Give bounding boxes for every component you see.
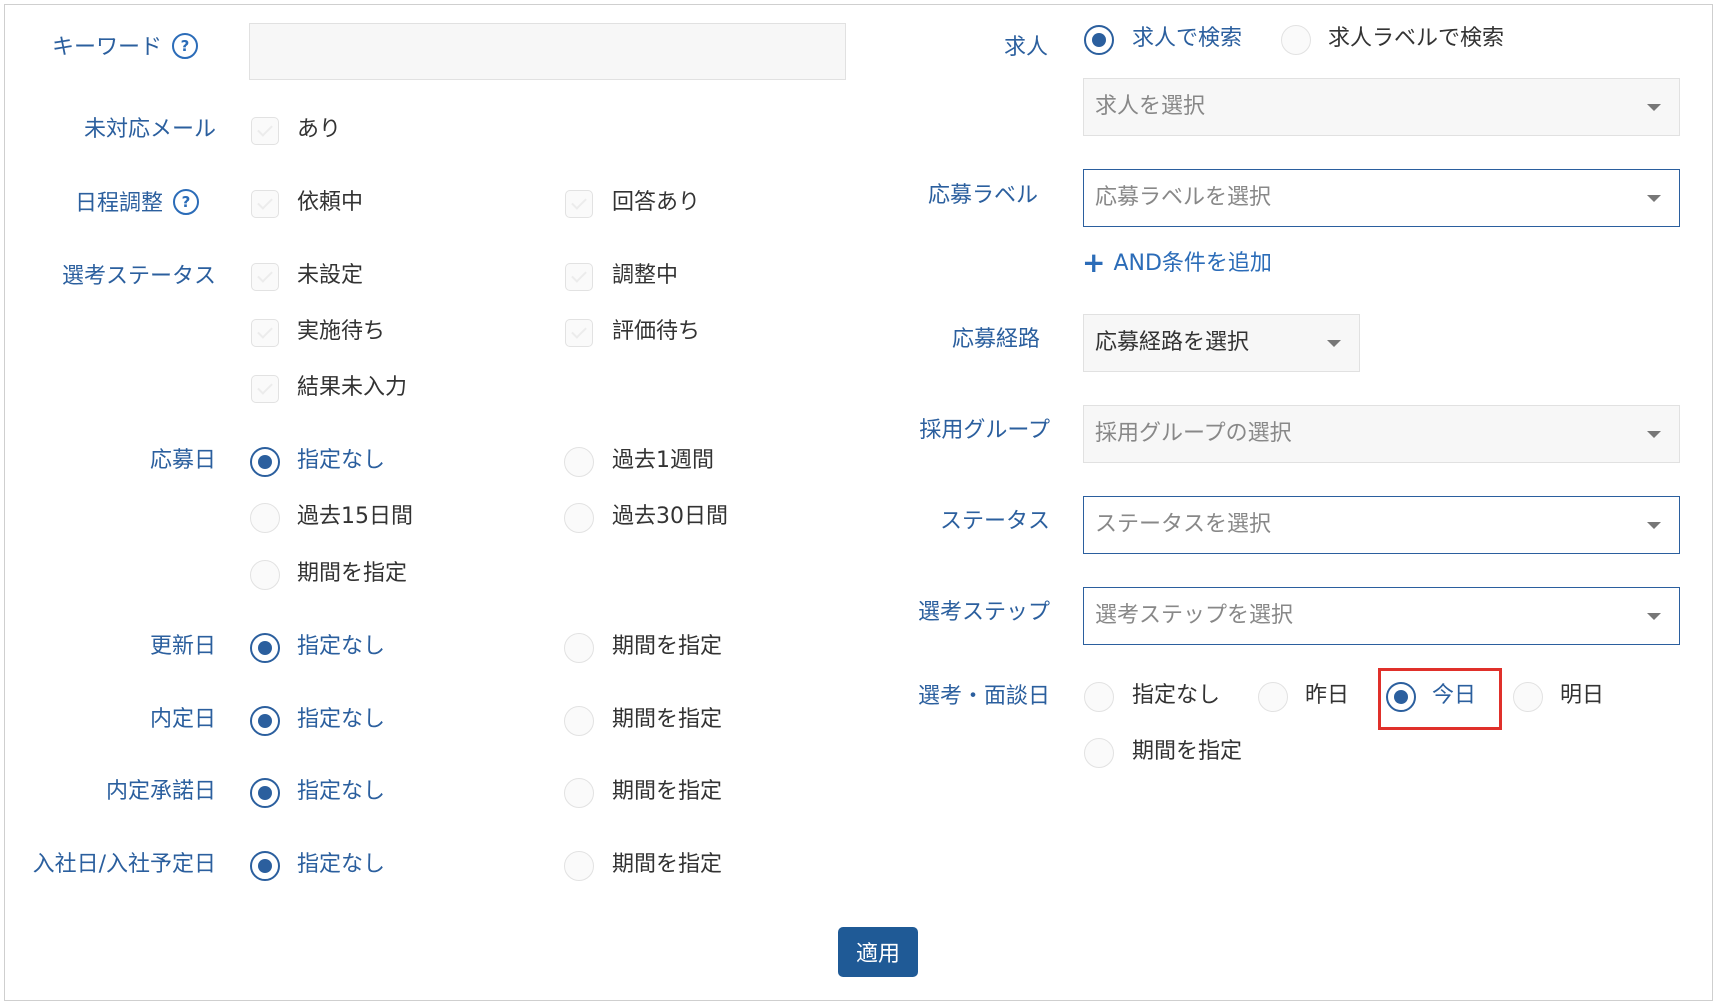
apply-date-15days-option: 過去15日間	[297, 504, 413, 529]
apply-route-select-placeholder: 応募経路を選択	[1095, 330, 1250, 355]
apply-route-label: 応募経路	[951, 327, 1040, 352]
add-and-condition-link[interactable]: + AND条件を追加	[1082, 246, 1272, 279]
join-date-label: 入社日/入社予定日	[32, 852, 216, 877]
keyword-input[interactable]	[249, 23, 846, 80]
apply-button[interactable]: 適用	[838, 927, 918, 977]
job-select[interactable]: 求人を選択	[1083, 78, 1680, 136]
caret-down-icon	[1647, 431, 1661, 438]
caret-down-icon	[1647, 195, 1661, 202]
offer-date-none-option: 指定なし	[297, 707, 386, 732]
interview-date-tomorrow-radio[interactable]	[1513, 682, 1543, 712]
apply-route-select[interactable]: 応募経路を選択	[1083, 314, 1360, 372]
apply-date-15days-radio[interactable]	[250, 503, 280, 533]
schedule-answered-checkbox[interactable]	[565, 190, 593, 218]
job-label-search-radio[interactable]	[1281, 25, 1311, 55]
schedule-requesting-option: 依頼中	[297, 190, 364, 215]
selection-status-label: 選考ステータス	[61, 264, 216, 289]
apply-label-select[interactable]: 応募ラベルを選択	[1083, 169, 1680, 227]
apply-date-30days-option: 過去30日間	[612, 504, 728, 529]
keyword-label: キーワード?	[52, 33, 199, 63]
caret-down-icon	[1647, 613, 1661, 620]
status-unset-option: 未設定	[297, 263, 364, 288]
join-date-none-radio[interactable]	[250, 851, 280, 881]
offer-accept-date-range-option: 期間を指定	[612, 779, 723, 804]
caret-down-icon	[1647, 104, 1661, 111]
apply-date-none-radio[interactable]	[250, 447, 280, 477]
status-unset-checkbox[interactable]	[251, 263, 279, 291]
plus-icon: +	[1082, 246, 1106, 279]
interview-date-range-radio[interactable]	[1084, 738, 1114, 768]
offer-accept-date-none-option: 指定なし	[297, 779, 386, 804]
offer-date-none-radio[interactable]	[250, 706, 280, 736]
apply-date-label: 応募日	[149, 448, 216, 473]
schedule-requesting-checkbox[interactable]	[251, 190, 279, 218]
update-date-label: 更新日	[149, 634, 216, 659]
job-search-radio[interactable]	[1084, 25, 1114, 55]
hiring-group-select-placeholder: 採用グループの選択	[1095, 421, 1292, 446]
unread-mail-checkbox[interactable]	[251, 117, 279, 145]
status-awaiting-eval-checkbox[interactable]	[565, 319, 593, 347]
apply-label-select-placeholder: 応募ラベルを選択	[1095, 185, 1272, 210]
offer-date-range-option: 期間を指定	[612, 707, 723, 732]
status-adjusting-option: 調整中	[612, 263, 679, 288]
apply-date-range-option: 期間を指定	[297, 561, 408, 586]
status-select-placeholder: ステータスを選択	[1095, 512, 1272, 537]
offer-accept-date-range-radio[interactable]	[564, 778, 594, 808]
status-pending-checkbox[interactable]	[251, 319, 279, 347]
status-select[interactable]: ステータスを選択	[1083, 496, 1680, 554]
help-icon[interactable]: ?	[172, 33, 199, 59]
apply-date-1week-radio[interactable]	[564, 447, 594, 477]
interview-date-yesterday-option: 昨日	[1305, 683, 1350, 708]
join-date-range-radio[interactable]	[564, 851, 594, 881]
interview-date-none-radio[interactable]	[1084, 682, 1114, 712]
update-date-range-option: 期間を指定	[612, 634, 723, 659]
join-date-none-option: 指定なし	[297, 852, 386, 877]
add-and-condition-label: AND条件を追加	[1113, 251, 1272, 276]
apply-date-1week-option: 過去1週間	[612, 448, 714, 473]
interview-date-none-option: 指定なし	[1132, 683, 1221, 708]
interview-date-tomorrow-option: 明日	[1560, 683, 1605, 708]
status-awaiting-eval-option: 評価待ち	[612, 319, 701, 344]
status-adjusting-checkbox[interactable]	[565, 263, 593, 291]
update-date-none-option: 指定なし	[297, 634, 386, 659]
selection-step-select-placeholder: 選考ステップを選択	[1095, 603, 1294, 628]
schedule-answered-option: 回答あり	[612, 190, 701, 215]
unread-mail-option: あり	[297, 117, 342, 142]
apply-date-30days-radio[interactable]	[564, 503, 594, 533]
offer-date-range-radio[interactable]	[564, 706, 594, 736]
schedule-label: 日程調整?	[75, 189, 200, 219]
job-label: 求人	[1003, 35, 1048, 60]
job-label-search-option: 求人ラベルで検索	[1328, 26, 1505, 51]
help-icon[interactable]: ?	[173, 189, 200, 215]
join-date-range-option: 期間を指定	[612, 852, 723, 877]
offer-accept-date-none-radio[interactable]	[250, 778, 280, 808]
offer-accept-date-label: 内定承諾日	[105, 779, 216, 804]
interview-date-range-option: 期間を指定	[1132, 739, 1243, 764]
caret-down-icon	[1647, 522, 1661, 529]
status-label: ステータス	[939, 509, 1050, 534]
hiring-group-label: 採用グループ	[919, 418, 1050, 443]
status-no-result-option: 結果未入力	[297, 375, 408, 400]
update-date-none-radio[interactable]	[250, 633, 280, 663]
status-pending-option: 実施待ち	[297, 319, 386, 344]
interview-date-label: 選考・面談日	[917, 684, 1050, 709]
update-date-range-radio[interactable]	[564, 633, 594, 663]
job-search-option: 求人で検索	[1132, 26, 1243, 51]
apply-date-range-radio[interactable]	[250, 560, 280, 590]
status-no-result-checkbox[interactable]	[251, 375, 279, 403]
apply-label-label: 応募ラベル	[927, 183, 1038, 208]
offer-date-label: 内定日	[149, 707, 216, 732]
hiring-group-select[interactable]: 採用グループの選択	[1083, 405, 1680, 463]
caret-down-icon	[1327, 340, 1341, 347]
apply-date-none-option: 指定なし	[297, 448, 386, 473]
interview-date-yesterday-radio[interactable]	[1258, 682, 1288, 712]
unread-mail-label: 未対応メール	[83, 117, 216, 142]
selection-step-label: 選考ステップ	[917, 600, 1050, 625]
today-highlight-box	[1378, 668, 1502, 730]
job-select-placeholder: 求人を選択	[1095, 94, 1206, 119]
selection-step-select[interactable]: 選考ステップを選択	[1083, 587, 1680, 645]
